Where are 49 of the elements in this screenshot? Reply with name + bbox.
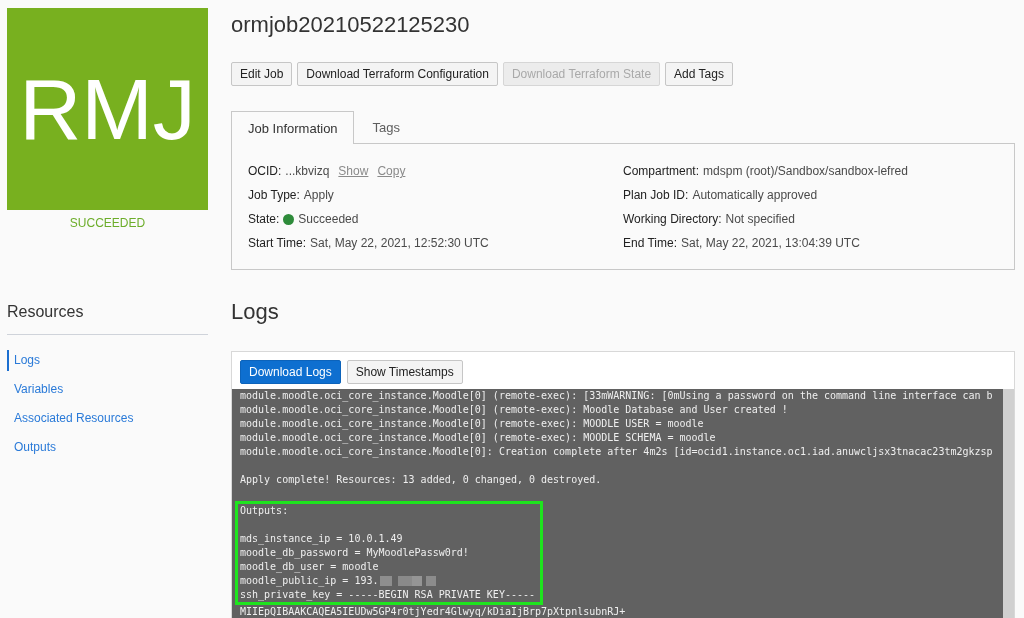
log-line: mds_instance_ip = 10.0.1.49 xyxy=(240,532,403,546)
log-line: module.moodle.oci_core_instance.Moodle[0] (remote-exec): Moodle Database and User created ! xyxy=(240,403,788,417)
job-initials-tile: RMJ xyxy=(7,8,208,210)
log-line: MIIEpQIBAAKCAQEA5IEUDw5GP4r0tjYedr4Glwyq/kDiaIjBrp7pXtpnlsubnRJ+ xyxy=(240,605,626,618)
text-link[interactable]: Show xyxy=(338,164,369,178)
job-status: SUCCEEDED xyxy=(69,216,146,230)
field-value: ...kbvizq xyxy=(285,164,330,178)
log-line: Outputs: xyxy=(240,504,289,518)
log-line: module.moodle.oci_core_instance.Moodle[0]: Creation complete after 4m2s [id=ocid1.instance.oc1.iad.anuwcljsx3tnacac23tm2gkzsp xyxy=(240,445,993,459)
sidebar-item[interactable]: Logs xyxy=(7,350,41,371)
tab[interactable]: Job Information xyxy=(231,111,354,144)
download-logs-button[interactable]: Download Logs xyxy=(240,360,341,384)
field-value: Automatically approved xyxy=(692,188,818,202)
log-line: moodle_public_ip = 193. xyxy=(240,574,379,588)
log-line: moodle_db_user = moodle xyxy=(240,560,379,574)
section-heading: Logs xyxy=(231,298,279,326)
redaction-blur-icon xyxy=(380,576,437,586)
field-label: End Time: xyxy=(623,236,678,250)
field-label: Start Time: xyxy=(248,236,306,250)
action-button[interactable]: Download Terraform Configuration xyxy=(297,62,498,86)
job-title: ormjob20210522125230 xyxy=(231,12,470,38)
field-value: Sat, May 22, 2021, 13:04:39 UTC xyxy=(681,236,860,250)
action-button[interactable]: Edit Job xyxy=(231,62,293,86)
field-value: mdspm (root)/Sandbox/sandbox-lefred xyxy=(703,164,908,178)
tab[interactable]: Tags xyxy=(355,111,417,143)
sidebar-item[interactable]: Associated Resources xyxy=(7,408,134,429)
log-line: module.moodle.oci_core_instance.Moodle[0] (remote-exec): MOODLE SCHEMA = moodle xyxy=(240,431,716,445)
log-line: ssh_private_key = -----BEGIN RSA PRIVATE KEY----- xyxy=(240,588,535,602)
sidebar-item[interactable]: Variables xyxy=(7,379,64,400)
field-value: Sat, May 22, 2021, 12:52:30 UTC xyxy=(310,236,489,250)
field-label: Working Directory: xyxy=(623,212,722,226)
field-label: Plan Job ID: xyxy=(623,188,689,202)
action-button[interactable]: Add Tags xyxy=(665,62,733,86)
field-value: Not specified xyxy=(725,212,795,226)
field-value: Succeeded xyxy=(298,212,359,226)
text-link[interactable]: Copy xyxy=(377,164,406,178)
log-line: Apply complete! Resources: 13 added, 0 changed, 0 destroyed. xyxy=(240,473,602,487)
log-line: module.moodle.oci_core_instance.Moodle[0] (remote-exec): MOODLE USER = moodle xyxy=(240,417,704,431)
field-label: OCID: xyxy=(248,164,282,178)
toggle-button[interactable]: Show Timestamps xyxy=(346,360,463,384)
sidebar-item[interactable]: Outputs xyxy=(7,437,57,458)
scrollbar[interactable] xyxy=(1003,389,1014,618)
section-heading: Resources xyxy=(7,302,84,322)
log-line: module.moodle.oci_core_instance.Moodle[0] (remote-exec): [33mWARNING: [0mUsing a password on the command line interface can b xyxy=(240,389,993,403)
log-line: moodle_db_password = MyMoodlePassw0rd! xyxy=(240,546,469,560)
field-label: Job Type: xyxy=(248,188,300,202)
field-label: Compartment: xyxy=(623,164,700,178)
field-value: Apply xyxy=(303,188,334,202)
field-label: State: xyxy=(248,212,280,226)
